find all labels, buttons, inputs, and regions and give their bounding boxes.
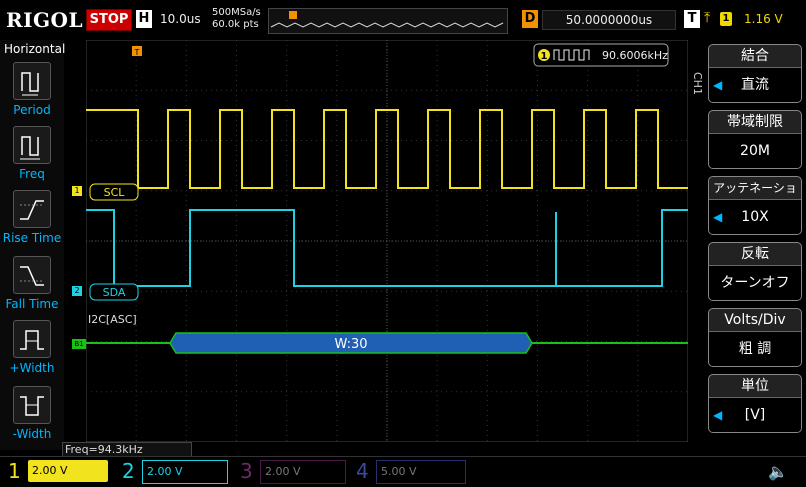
bandwidth-limit-title: 帯域制限	[709, 111, 801, 134]
unit-title: 単位	[709, 375, 801, 398]
measurement-channel: 1	[541, 51, 548, 62]
volts-div-value: 粗 調	[738, 341, 772, 357]
ch4-number: 4	[356, 459, 369, 483]
measure-plus-width-button[interactable]: +Width	[0, 320, 64, 375]
memory-overview-waveform	[270, 11, 504, 28]
attenuation-setting[interactable]: アッテネーション ◀ 10X	[708, 176, 802, 235]
positive-width-icon	[13, 320, 51, 358]
frequency-icon	[13, 126, 51, 164]
measurement-value: 90.6006kHz	[602, 49, 668, 62]
ch1-offset-marker[interactable]: 1	[72, 186, 82, 196]
rise-time-icon	[13, 190, 51, 228]
run-stop-indicator[interactable]: STOP	[86, 9, 132, 31]
volts-div-setting[interactable]: Volts/Div 粗 調	[708, 308, 802, 367]
attenuation-value: 10X	[741, 209, 769, 225]
ch2-number: 2	[122, 459, 135, 483]
measure-period-button[interactable]: Period	[0, 62, 64, 117]
sample-rate: 500MSa/s	[212, 7, 261, 18]
bus-offset-marker[interactable]: B1	[72, 339, 86, 349]
negative-width-icon	[13, 386, 51, 424]
ch1-scale: 2.00 V	[28, 460, 108, 482]
measure-rise-time-button[interactable]: Rise Time	[0, 190, 64, 245]
bandwidth-limit-value: 20M	[740, 143, 770, 159]
delay-value[interactable]: 50.0000000us	[542, 10, 676, 30]
decoded-packet-text: W:30	[334, 337, 367, 352]
fall-time-icon	[13, 256, 51, 294]
memory-depth: 60.0k pts	[212, 19, 259, 30]
delay-badge: D	[522, 10, 538, 28]
bandwidth-limit-setting[interactable]: 帯域制限 20M	[708, 110, 802, 169]
ch3-status-tab[interactable]: 3 2.00 V	[236, 458, 346, 484]
ch2-label: SDA	[103, 286, 126, 299]
left-arrow-icon: ◀	[713, 210, 723, 224]
ch3-scale: 2.00 V	[260, 460, 346, 484]
trigger-badge: T	[684, 10, 700, 28]
left-arrow-icon: ◀	[713, 408, 723, 422]
ch1-label: SCL	[104, 186, 126, 199]
ch2-scale: 2.00 V	[142, 460, 228, 484]
rise-time-label: Rise Time	[2, 231, 62, 245]
invert-value: ターンオフ	[720, 275, 790, 291]
menu-title: Horizontal	[4, 42, 66, 56]
measure-minus-width-button[interactable]: -Width	[0, 386, 64, 441]
menu-channel-label: CH1	[691, 72, 704, 95]
speaker-icon[interactable]: 🔈	[768, 462, 788, 481]
ch2-status-tab[interactable]: 2 2.00 V	[118, 458, 228, 484]
trigger-source-badge: 1	[720, 12, 732, 26]
measure-fall-time-button[interactable]: Fall Time	[0, 256, 64, 311]
bus-label: I2C[ASC]	[88, 313, 137, 326]
volts-div-title: Volts/Div	[709, 309, 801, 332]
ch1-label-tag[interactable]: SCL	[86, 183, 139, 201]
ch1-status-tab[interactable]: 1 2.00 V	[4, 458, 108, 484]
plus-width-label: +Width	[9, 361, 55, 375]
trigger-level[interactable]: 1.16 V	[744, 12, 783, 26]
timebase-value[interactable]: 10.0us	[160, 12, 201, 26]
waveform-display[interactable]: T 1 90.6006kHz SCL SDA I2C[ASC] W:30	[86, 40, 688, 442]
trigger-position-marker	[289, 11, 297, 19]
ch2-label-tag[interactable]: SDA	[89, 283, 139, 301]
period-label: Period	[13, 103, 51, 117]
measure-freq-button[interactable]: Freq	[0, 126, 64, 181]
trigger-time-marker: T	[132, 46, 142, 57]
svg-text:T: T	[134, 48, 140, 57]
measurement-readout[interactable]: 1 90.6006kHz	[533, 43, 669, 67]
ch2-offset-marker[interactable]: 2	[72, 286, 82, 296]
freq-label: Freq	[19, 167, 45, 181]
fall-time-label: Fall Time	[5, 297, 59, 311]
rising-edge-icon: ⤒	[704, 10, 711, 26]
period-icon	[13, 62, 51, 100]
unit-value: [V]	[744, 407, 766, 423]
minus-width-label: -Width	[12, 427, 52, 441]
brand-logo: RIGOL	[6, 8, 84, 32]
coupling-title: 結合	[709, 45, 801, 68]
coupling-setting[interactable]: 結合 ◀ 直流	[708, 44, 802, 103]
attenuation-title: アッテネーション	[709, 177, 801, 217]
ch4-status-tab[interactable]: 4 5.00 V	[352, 458, 466, 484]
ch3-number: 3	[240, 459, 253, 483]
memory-overview[interactable]	[268, 8, 508, 34]
ch1-number: 1	[8, 459, 21, 483]
left-arrow-icon: ◀	[713, 78, 723, 92]
unit-setting[interactable]: 単位 ◀ [V]	[708, 374, 802, 433]
invert-setting[interactable]: 反転 ターンオフ	[708, 242, 802, 301]
ch4-scale: 5.00 V	[376, 460, 466, 484]
invert-title: 反転	[709, 243, 801, 266]
acquisition-info: 500MSa/s 60.0k pts	[212, 7, 261, 31]
coupling-value: 直流	[741, 77, 769, 93]
horizontal-badge: H	[136, 10, 152, 28]
